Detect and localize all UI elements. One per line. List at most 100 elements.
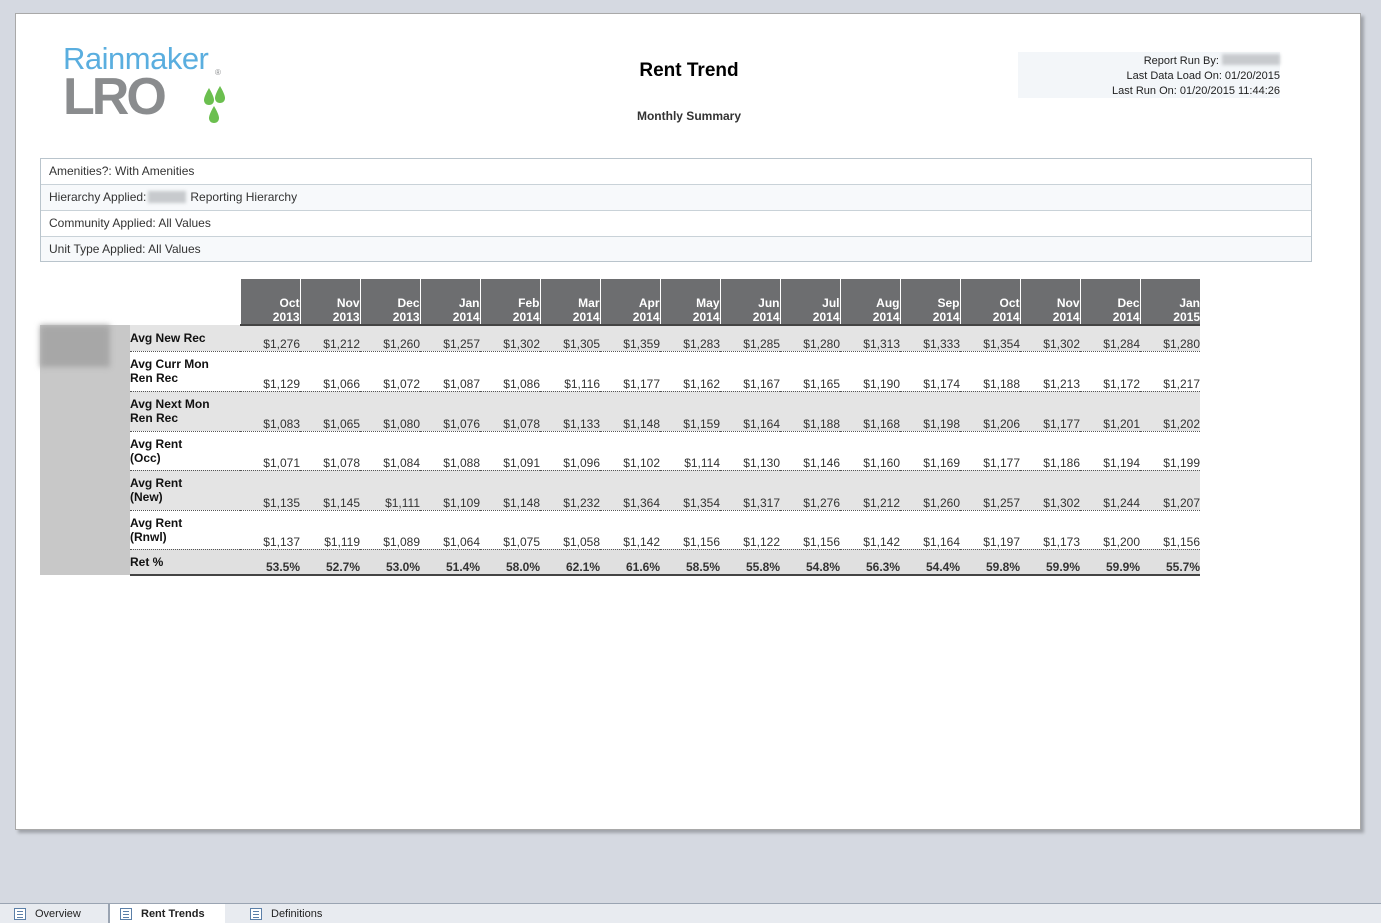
column-year: 2015 — [1173, 310, 1200, 324]
row-label: Avg Curr Mon Ren Rec — [130, 351, 240, 392]
table-cell: $1,280 — [780, 325, 840, 352]
table-cell: $1,364 — [600, 470, 660, 511]
row-label: Avg Rent (Rnwl) — [130, 510, 240, 550]
table-cell: $1,114 — [660, 431, 720, 471]
table-cell: $1,285 — [720, 325, 780, 352]
table-cell: 53.5% — [240, 549, 300, 576]
table-cell: $1,119 — [300, 510, 360, 550]
table-cell: $1,305 — [540, 325, 600, 352]
table-cell: $1,096 — [540, 431, 600, 471]
table-cell: $1,071 — [240, 431, 300, 471]
table-cell: $1,172 — [1080, 351, 1140, 392]
table-cell: $1,130 — [720, 431, 780, 471]
column-header: Mar 2014 — [539, 279, 600, 326]
table-cell: $1,302 — [1020, 470, 1080, 511]
table-cell: $1,212 — [840, 470, 900, 511]
table-cell: 62.1% — [540, 549, 600, 576]
table-cell: 54.4% — [900, 549, 960, 576]
tab-definitions[interactable]: Definitions — [250, 904, 350, 923]
table-cell: $1,162 — [660, 351, 720, 392]
table-row: Avg Next Mon Ren Rec $1,083 $1,065 $1,080 $1,… — [40, 391, 1200, 432]
redacted-user — [1222, 54, 1280, 65]
report-page: Rainmaker LRO ® Rent Trend Monthly Summa… — [15, 13, 1361, 830]
applied-filters: Amenities?: With Amenities Hierarchy App… — [40, 158, 1312, 262]
column-month: Oct — [999, 296, 1020, 310]
table-cell: $1,313 — [840, 325, 900, 352]
table-cell: $1,083 — [240, 391, 300, 432]
rent-trend-table: Oct 2013 Nov 2013 Dec 2013 Jan 2014 Feb 2014 Mar 20… — [40, 279, 1200, 576]
table-cell: $1,232 — [540, 470, 600, 511]
row-label-line2: Ren Rec — [130, 411, 179, 425]
run-by-line: Report Run By: — [1018, 54, 1280, 69]
redacted-group-name — [40, 325, 110, 367]
table-cell: $1,072 — [360, 351, 420, 392]
table-cell: $1,200 — [1080, 510, 1140, 550]
table-cell: $1,359 — [600, 325, 660, 352]
table-cell: $1,167 — [720, 351, 780, 392]
column-year: 2014 — [812, 310, 840, 324]
column-year: 2014 — [932, 310, 960, 324]
table-cell: $1,078 — [300, 431, 360, 471]
row-label: Avg New Rec — [130, 325, 240, 352]
table-cell: 52.7% — [300, 549, 360, 576]
table-cell: $1,164 — [900, 510, 960, 550]
column-year: 2014 — [1052, 310, 1080, 324]
column-month: Dec — [397, 296, 420, 310]
column-year: 2014 — [752, 310, 780, 324]
table-cell: $1,257 — [420, 325, 480, 352]
column-year: 2014 — [632, 310, 660, 324]
table-cell: $1,280 — [1140, 325, 1200, 352]
tab-rent-trends[interactable]: Rent Trends — [109, 904, 225, 923]
column-year: 2013 — [392, 310, 420, 324]
column-month: Nov — [1056, 296, 1080, 310]
redacted-hierarchy — [148, 191, 187, 203]
tab-overview[interactable]: Overview — [14, 904, 108, 923]
column-month: Jul — [822, 296, 840, 310]
column-year: 2014 — [692, 310, 720, 324]
table-row: Ret % 53.5% 52.7% 53.0% 51.4% 58.0% 62.1% 61.6%… — [40, 549, 1200, 576]
table-cell: $1,087 — [420, 351, 480, 392]
rent-trend-table-wrap: Oct 2013 Nov 2013 Dec 2013 Jan 2014 Feb 2014 Mar 20… — [40, 279, 1200, 576]
column-year: 2014 — [452, 310, 480, 324]
table-cell: $1,197 — [960, 510, 1020, 550]
table-cell: $1,354 — [960, 325, 1020, 352]
table-cell: $1,058 — [540, 510, 600, 550]
run-info-panel: Report Run By: Last Data Load On: 01/20/… — [1018, 52, 1280, 98]
table-cell: $1,165 — [780, 351, 840, 392]
table-cell: $1,088 — [420, 431, 480, 471]
table-cell: $1,135 — [240, 470, 300, 511]
column-month: Mar — [578, 296, 600, 310]
row-label: Avg Rent (New) — [130, 470, 240, 511]
table-cell: $1,199 — [1140, 431, 1200, 471]
table-cell: $1,109 — [420, 470, 480, 511]
table-cell: 53.0% — [360, 549, 420, 576]
table-row: Avg Rent (Occ) $1,071 $1,078 $1,084 $1,088 $1,… — [40, 431, 1200, 471]
tab-label: Overview — [35, 908, 81, 920]
row-label-line2: (Occ) — [130, 450, 161, 465]
report-subtitle: Monthly Summary — [636, 109, 741, 123]
filter-community: Community Applied: All Values — [41, 211, 1311, 237]
column-year: 2014 — [572, 310, 600, 324]
column-header: Oct 2013 — [239, 279, 300, 326]
table-cell: $1,089 — [360, 510, 420, 550]
header-blank-label — [130, 279, 240, 325]
table-cell: $1,174 — [900, 351, 960, 392]
table-cell: $1,084 — [360, 431, 420, 471]
table-cell: $1,188 — [960, 351, 1020, 392]
column-header: May 2014 — [659, 279, 720, 326]
table-cell: $1,257 — [960, 470, 1020, 511]
column-month: May — [696, 296, 720, 310]
table-cell: 51.4% — [420, 549, 480, 576]
table-cell: $1,111 — [360, 470, 420, 511]
column-month: Feb — [518, 296, 540, 310]
table-cell: $1,177 — [1020, 391, 1080, 432]
column-header: Dec 2014 — [1079, 279, 1140, 326]
table-cell: 56.3% — [840, 549, 900, 576]
column-header: Dec 2013 — [359, 279, 420, 326]
column-year: 2013 — [272, 310, 300, 324]
column-header: Jan 2014 — [419, 279, 480, 326]
table-cell: 59.8% — [960, 549, 1020, 576]
table-cell: $1,075 — [480, 510, 540, 550]
table-cell: $1,317 — [720, 470, 780, 511]
table-cell: $1,186 — [1020, 431, 1080, 471]
